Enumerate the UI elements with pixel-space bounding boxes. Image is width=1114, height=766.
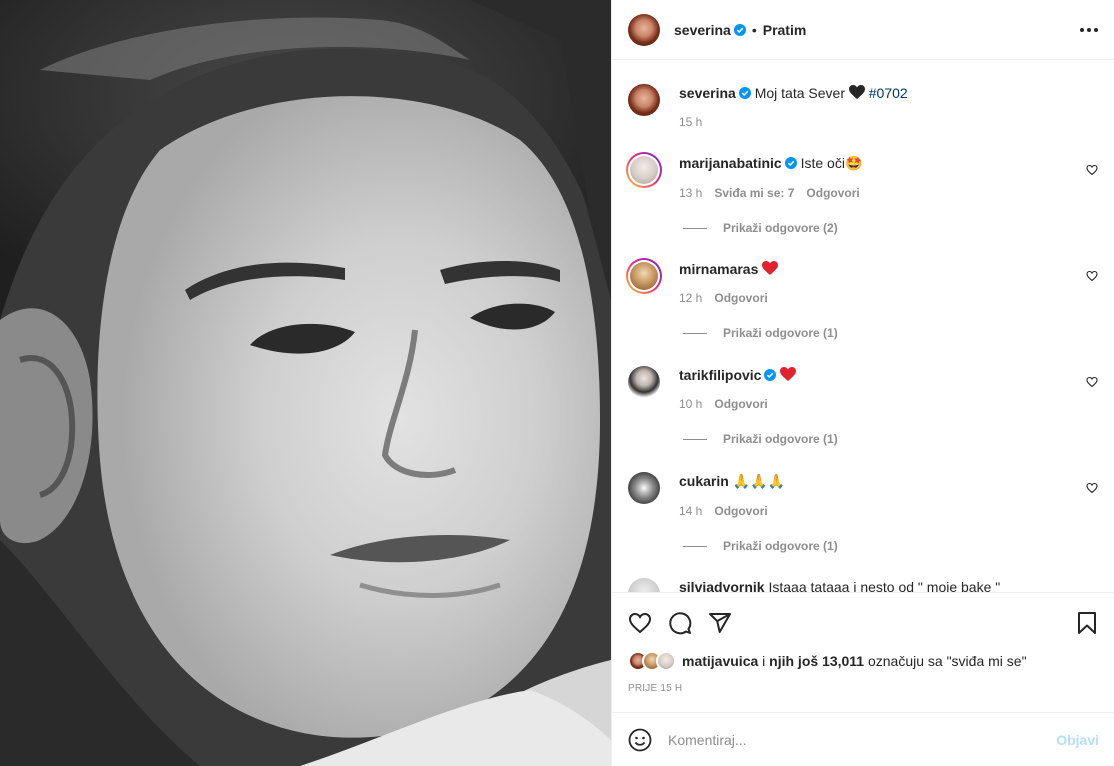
- reply-button[interactable]: Odgovori: [714, 291, 767, 305]
- verified-badge-icon: [764, 369, 777, 381]
- verified-badge-icon: [784, 157, 797, 169]
- view-replies-button[interactable]: Prikaži odgovore (2): [679, 221, 1079, 235]
- add-comment-bar: Objavi: [612, 712, 1114, 766]
- caption-avatar[interactable]: [628, 84, 660, 116]
- view-replies-button[interactable]: Prikaži odgovore (1): [679, 326, 1079, 340]
- comment-username[interactable]: marijanabatinic: [679, 155, 782, 171]
- comment-username[interactable]: cukarin: [679, 473, 729, 489]
- comment-bubble-icon[interactable]: [668, 611, 692, 635]
- caption-text: Moj tata Sever: [754, 85, 845, 101]
- caption-time[interactable]: 15 h: [679, 115, 702, 129]
- author-username[interactable]: severina: [674, 22, 731, 38]
- share-paper-plane-icon[interactable]: [708, 611, 732, 635]
- more-options-icon[interactable]: [1079, 20, 1099, 40]
- reply-button[interactable]: Odgovori: [714, 504, 767, 518]
- commenter-avatar[interactable]: [628, 578, 660, 592]
- comment-input[interactable]: [668, 731, 1057, 748]
- post-comment-button[interactable]: Objavi: [1056, 732, 1099, 748]
- like-comment-icon[interactable]: [1086, 164, 1098, 176]
- like-comment-icon[interactable]: [1086, 270, 1098, 282]
- caption-username[interactable]: severina: [679, 85, 736, 101]
- likes-suffix: označuju sa "sviđa mi se": [864, 653, 1027, 669]
- portrait-photo: [0, 0, 611, 766]
- post-photo[interactable]: [0, 0, 611, 766]
- folded-hands-emoji: 🙏🙏🙏: [732, 474, 785, 490]
- red-heart-icon: [780, 367, 797, 381]
- commenter-avatar[interactable]: [630, 156, 658, 184]
- verified-badge-icon: [733, 23, 746, 36]
- comments-list[interactable]: severina Moj tata Sever #0702 15 h marij…: [612, 60, 1114, 592]
- like-heart-icon[interactable]: [628, 611, 652, 635]
- comment-likes[interactable]: Sviđa mi se: 7: [714, 186, 794, 200]
- comment-text: Istaaa tataaa i nesto od " moje bake ": [768, 579, 1001, 592]
- save-bookmark-icon[interactable]: [1075, 611, 1099, 635]
- comment-username[interactable]: tarikfilipovic: [679, 367, 761, 383]
- black-heart-icon: [848, 85, 865, 99]
- comment-time[interactable]: 13 h: [679, 186, 702, 200]
- author-avatar[interactable]: [628, 13, 660, 46]
- following-button[interactable]: Pratim: [763, 22, 807, 38]
- star-struck-emoji: 🤩: [844, 156, 863, 172]
- commenter-avatar[interactable]: [630, 262, 658, 290]
- post-side-panel: severina • Pratim severina Moj tata Seve…: [611, 0, 1114, 766]
- post-header: severina • Pratim: [612, 0, 1114, 60]
- like-comment-icon[interactable]: [1086, 482, 1098, 494]
- likes-count-button[interactable]: njih još 13,011: [769, 653, 864, 669]
- likes-summary: matijavuica i njih još 13,011 označuju s…: [628, 651, 1027, 671]
- post-timestamp[interactable]: PRIJE 15 H: [628, 683, 682, 694]
- view-replies-button[interactable]: Prikaži odgovore (1): [679, 432, 1079, 446]
- comment-time[interactable]: 12 h: [679, 291, 702, 305]
- comment-username[interactable]: silviadvornik: [679, 579, 765, 592]
- red-heart-icon: [762, 261, 779, 275]
- reply-button[interactable]: Odgovori: [806, 186, 859, 200]
- commenter-avatar[interactable]: [628, 366, 660, 398]
- emoji-smiley-icon[interactable]: [628, 728, 652, 752]
- reply-button[interactable]: Odgovori: [714, 397, 767, 411]
- caption-hashtag[interactable]: #0702: [869, 85, 908, 101]
- liker-username[interactable]: matijavuica: [682, 653, 758, 669]
- comment-time[interactable]: 10 h: [679, 397, 702, 411]
- separator-dot: •: [751, 21, 757, 38]
- comment-time[interactable]: 14 h: [679, 504, 702, 518]
- post-actions: matijavuica i njih još 13,011 označuju s…: [612, 592, 1114, 712]
- liker-avatar: [656, 651, 676, 671]
- view-replies-button[interactable]: Prikaži odgovore (1): [679, 539, 1079, 553]
- comment-text: Iste oči: [800, 155, 845, 171]
- comment-username[interactable]: mirnamaras: [679, 261, 758, 277]
- commenter-avatar[interactable]: [628, 472, 660, 504]
- verified-badge-icon: [738, 87, 751, 99]
- likes-connector: i: [758, 653, 770, 669]
- like-comment-icon[interactable]: [1086, 376, 1098, 388]
